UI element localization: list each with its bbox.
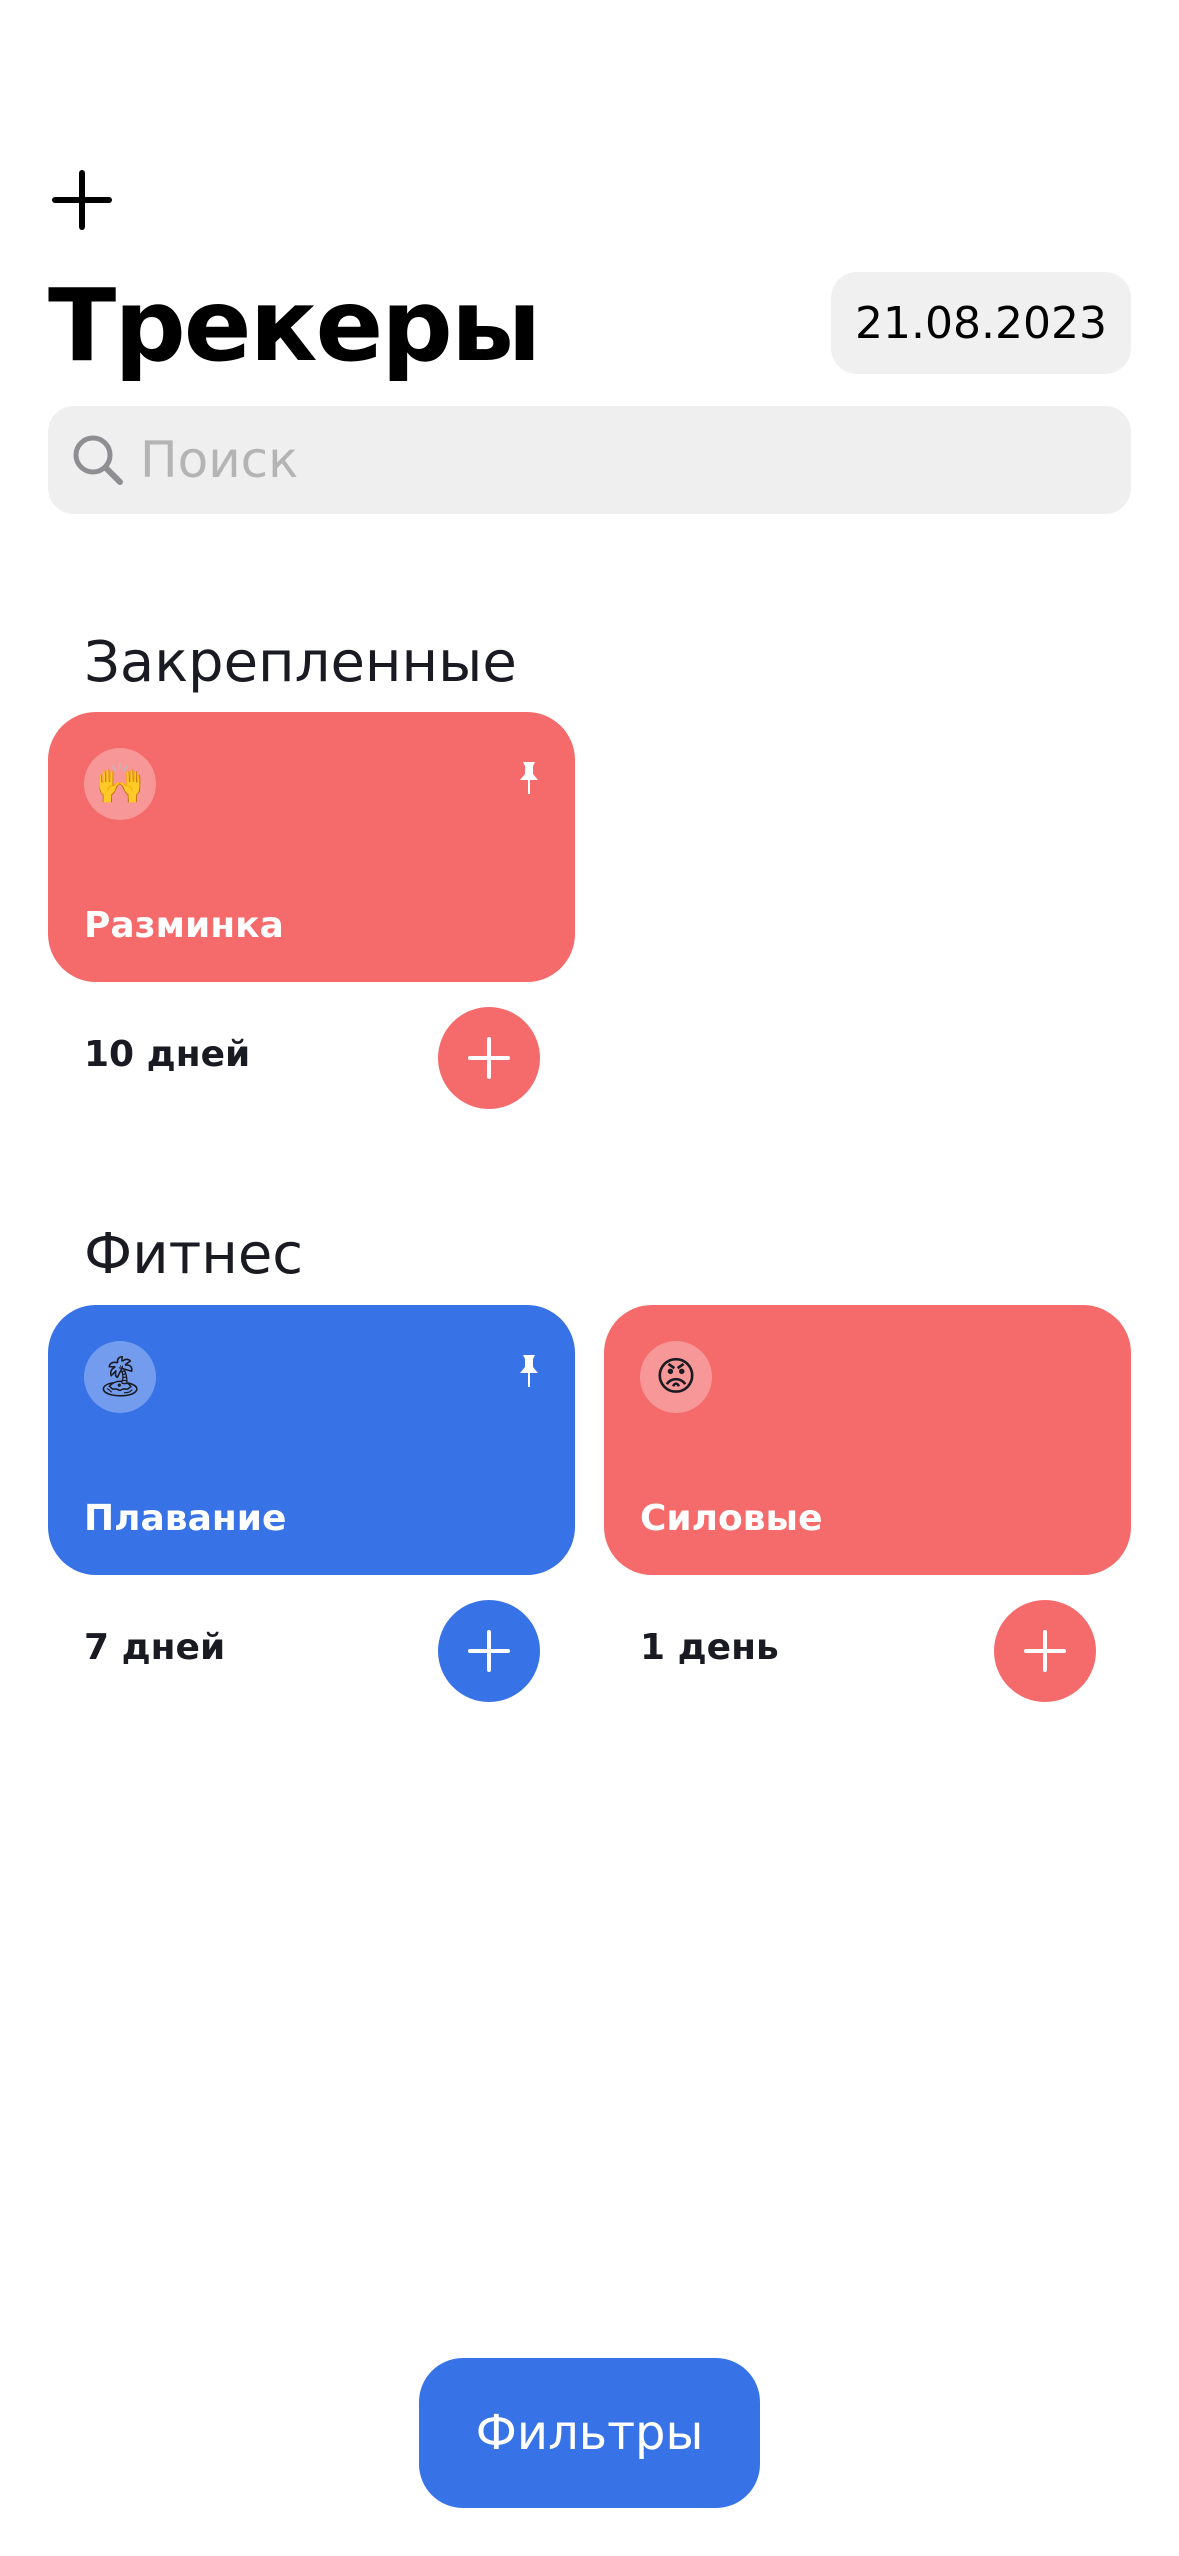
pin-icon: [520, 762, 538, 794]
date-picker[interactable]: 21.08.2023: [831, 272, 1131, 374]
search-bar[interactable]: [48, 406, 1131, 514]
section-title-fitness: Фитнес: [84, 1222, 304, 1287]
complete-tracker-button[interactable]: [438, 1600, 540, 1702]
pin-icon: [520, 1355, 538, 1387]
page-title: Трекеры: [48, 267, 541, 384]
search-icon: [73, 435, 123, 485]
tracker-card-strength[interactable]: 😡 Силовые: [604, 1305, 1131, 1575]
complete-tracker-button[interactable]: [994, 1600, 1096, 1702]
add-tracker-icon[interactable]: [52, 170, 112, 230]
angry-face-emoji-icon: 😡: [640, 1341, 712, 1413]
tracker-days-count: 1 день: [640, 1627, 779, 1668]
tracker-card-swimming[interactable]: 🏝 Плавание: [48, 1305, 575, 1575]
island-emoji-icon: 🏝: [84, 1341, 156, 1413]
raised-hands-emoji-icon: 🙌: [84, 748, 156, 820]
tracker-card-warmup[interactable]: 🙌 Разминка: [48, 712, 575, 982]
section-title-pinned: Закрепленные: [84, 630, 517, 695]
tracker-name: Силовые: [640, 1498, 823, 1539]
trackers-screen: Трекеры 21.08.2023 Закрепленные 🙌 Размин…: [0, 0, 1179, 2556]
tracker-days-count: 7 дней: [84, 1627, 226, 1668]
tracker-days-count: 10 дней: [84, 1034, 251, 1075]
tracker-name: Разминка: [84, 905, 284, 946]
filters-button[interactable]: Фильтры: [419, 2358, 760, 2508]
complete-tracker-button[interactable]: [438, 1007, 540, 1109]
search-input[interactable]: [140, 406, 1100, 514]
tracker-name: Плавание: [84, 1498, 287, 1539]
